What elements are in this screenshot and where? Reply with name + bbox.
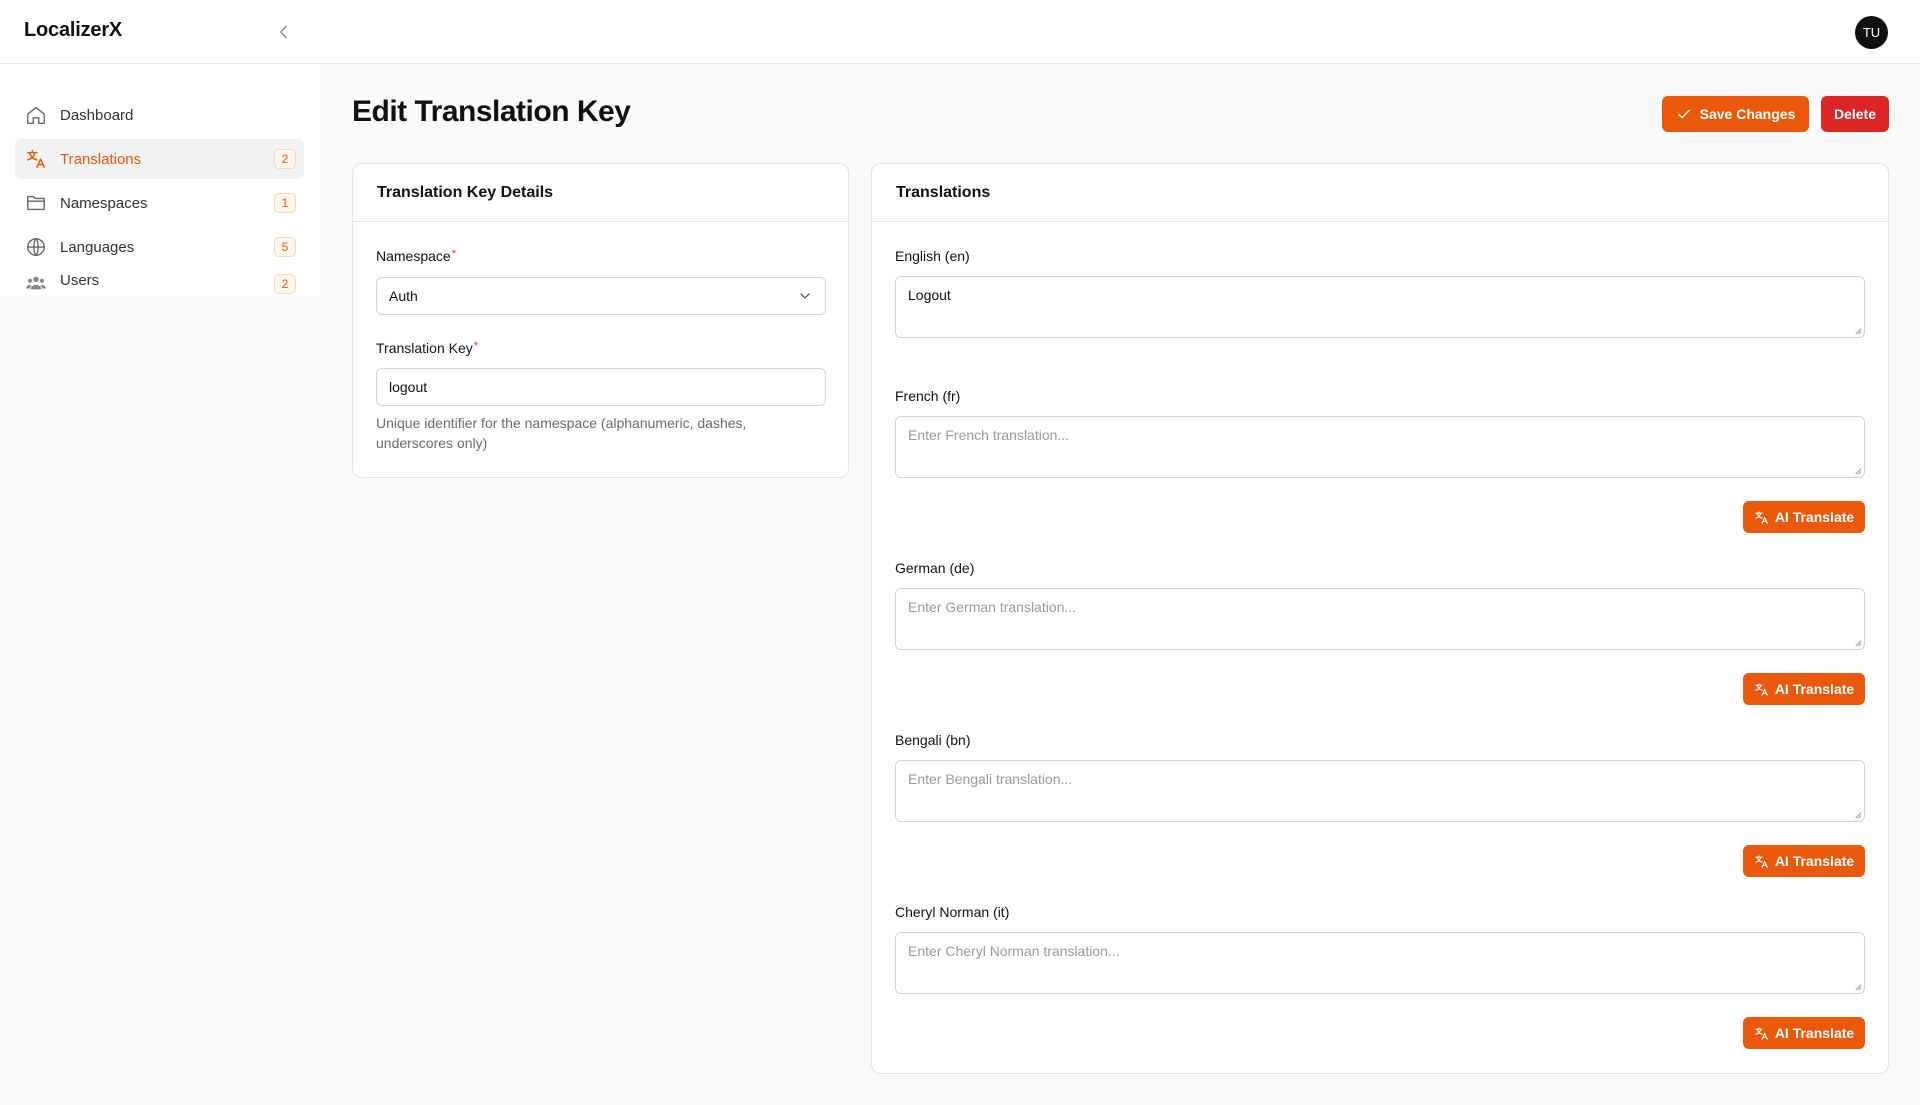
language-label-bn: Bengali (bn) [895,732,971,748]
translate-icon [1755,854,1768,868]
translate-icon [1755,1026,1768,1040]
translate-icon [25,148,47,170]
ai-translate-label: AI Translate [1774,1025,1855,1041]
resize-handle-icon[interactable] [1853,466,1862,475]
sidebar-item-languages[interactable]: Languages 5 [15,227,304,267]
translation-textarea-en[interactable]: Logout [895,276,1865,338]
count-badge: 5 [274,237,296,257]
translation-textarea-it[interactable]: Enter Cheryl Norman translation... [895,932,1865,994]
folder-icon [25,192,47,214]
card-title: Translation Key Details [353,164,848,222]
sidebar-item-label: Languages [60,238,135,256]
resize-handle-icon[interactable] [1853,810,1862,819]
users-icon [25,272,47,294]
translation-key-input[interactable]: logout [376,368,826,406]
sidebar-item-dashboard[interactable]: Dashboard [15,95,304,135]
translation-value: Logout [908,287,951,303]
sidebar-item-namespaces[interactable]: Namespaces 1 [15,183,304,223]
resize-handle-icon[interactable] [1853,982,1862,991]
sidebar-item-users[interactable]: Users 2 [15,264,304,296]
app-brand: LocalizerX [24,19,123,41]
translate-icon [1755,510,1768,524]
sidebar-item-label: Users [60,272,100,289]
namespace-select-value: Auth [389,288,418,304]
user-avatar[interactable]: TU [1855,16,1888,49]
translation-placeholder: Enter Bengali translation... [908,771,1073,787]
ai-translate-label: AI Translate [1774,681,1855,697]
ai-translate-button-it[interactable]: AI Translate [1743,1017,1865,1049]
translation-placeholder: Enter German translation... [908,599,1077,615]
resize-handle-icon[interactable] [1853,638,1862,647]
sidebar-item-label: Dashboard [60,106,134,124]
ai-translate-button-de[interactable]: AI Translate [1743,673,1865,705]
top-bar: LocalizerX TU [0,0,1920,64]
translation-key-label: Translation Key* [376,340,478,356]
save-changes-button[interactable]: Save Changes [1662,96,1809,132]
translation-textarea-de[interactable]: Enter German translation... [895,588,1865,650]
translation-key-details-card: Translation Key Details Namespace* Auth … [352,163,849,478]
chevron-left-icon [280,25,288,39]
language-label-it: Cheryl Norman (it) [895,904,1010,920]
translation-key-label-text: Translation Key [376,340,473,356]
ai-translate-button-bn[interactable]: AI Translate [1743,845,1865,877]
resize-handle-icon[interactable] [1853,326,1862,335]
ai-translate-label: AI Translate [1774,509,1855,525]
globe-icon [25,236,47,258]
language-label-en: English (en) [895,248,970,264]
chevron-down-icon [800,293,810,299]
count-badge: 2 [274,274,296,294]
language-label-de: German (de) [895,560,975,576]
translation-textarea-bn[interactable]: Enter Bengali translation... [895,760,1865,822]
count-badge: 2 [274,149,296,169]
translation-placeholder: Enter French translation... [908,427,1070,443]
translation-placeholder: Enter Cheryl Norman translation... [908,943,1120,959]
ai-translate-button-fr[interactable]: AI Translate [1743,501,1865,533]
save-changes-label: Save Changes [1699,106,1796,122]
sidebar-item-label: Namespaces [60,194,148,212]
translate-icon [1755,682,1768,696]
delete-button[interactable]: Delete [1821,96,1889,132]
sidebar: Dashboard Translations 2 Namespaces 1 La… [0,64,320,296]
check-icon [1677,109,1690,119]
collapse-sidebar-button[interactable] [272,20,296,44]
sidebar-item-translations[interactable]: Translations 2 [15,139,304,179]
namespace-label-text: Namespace [376,248,451,264]
required-mark: * [451,248,456,260]
home-icon [25,104,47,126]
delete-label: Delete [1833,106,1877,122]
translations-card: Translations English (en) Logout French … [871,163,1889,1074]
namespace-label: Namespace* [376,248,456,264]
translation-textarea-fr[interactable]: Enter French translation... [895,416,1865,478]
required-mark: * [473,340,479,352]
page-title: Edit Translation Key [352,95,631,128]
namespace-select[interactable]: Auth [376,277,826,315]
sidebar-item-label: Translations [60,150,142,168]
ai-translate-label: AI Translate [1774,853,1855,869]
card-title: Translations [872,164,1888,222]
language-label-fr: French (fr) [895,388,961,404]
translation-key-help: Unique identifier for the namespace (alp… [376,415,747,451]
count-badge: 1 [274,193,296,213]
